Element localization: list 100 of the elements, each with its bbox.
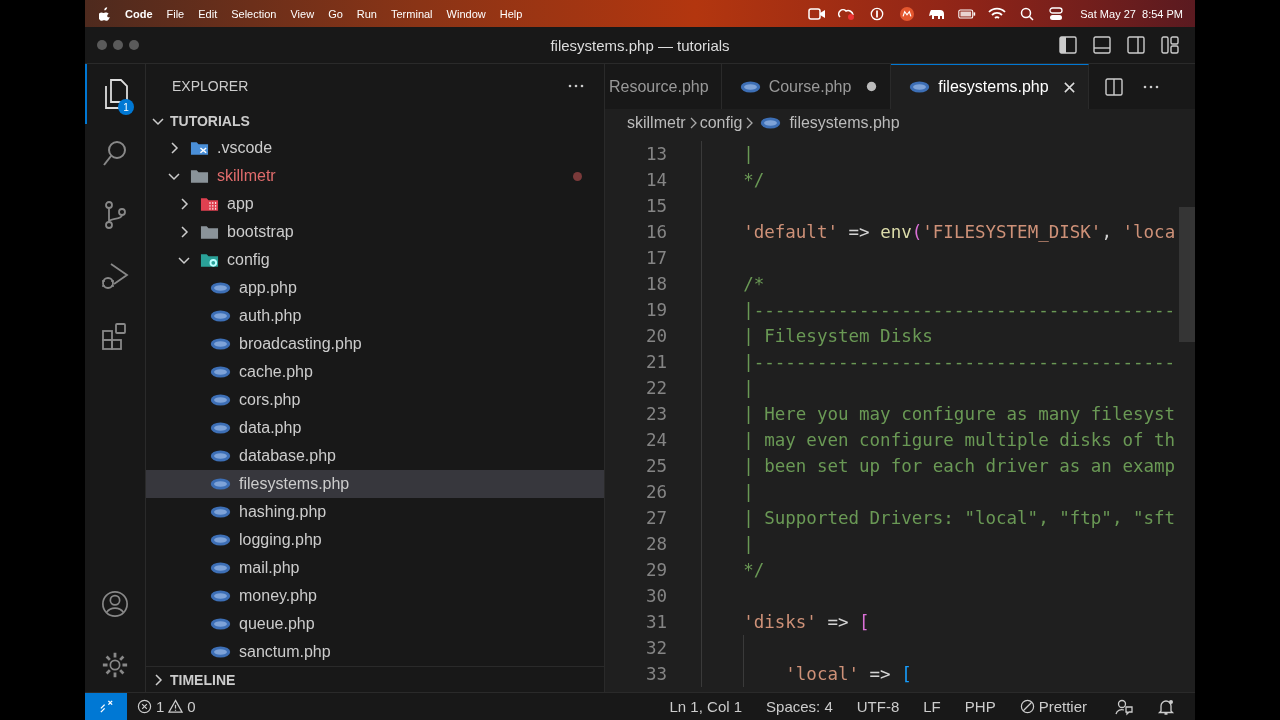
file-name: logging.php [239, 531, 322, 550]
file-type-icon [210, 366, 231, 379]
run-debug-icon[interactable] [101, 261, 129, 291]
code-line: | [743, 534, 754, 554]
wifi-icon[interactable] [988, 6, 1007, 21]
more-actions-icon[interactable] [1142, 84, 1159, 89]
workspace-section-header[interactable]: TUTORIALS [146, 107, 604, 135]
menu-item[interactable]: Help [499, 7, 523, 20]
tree-item[interactable]: broadcasting.php [146, 330, 604, 359]
status-item[interactable]: Spaces: 4 [766, 698, 833, 715]
tree-item[interactable]: .vscode [146, 134, 604, 163]
folder-icon [200, 224, 219, 241]
line-number: 21 [644, 352, 668, 372]
window-minimize-button[interactable] [113, 40, 123, 50]
code-line: |---------------------------------------- [743, 352, 1176, 372]
breadcrumb-item[interactable]: filesystems.php [789, 114, 900, 132]
file-type-icon [210, 646, 231, 659]
app-circle-icon[interactable] [898, 6, 917, 21]
file-name: mail.php [239, 559, 300, 578]
split-editor-icon[interactable] [1104, 77, 1123, 96]
formatter-button[interactable]: Prettier [1019, 698, 1087, 715]
account-icon[interactable] [101, 589, 129, 619]
notifications-icon[interactable] [1157, 697, 1175, 716]
tree-item[interactable]: skillmetr [146, 162, 604, 191]
folder-icon [200, 196, 219, 213]
status-item[interactable]: UTF-8 [856, 698, 900, 715]
menu-item[interactable]: View [290, 7, 315, 20]
tree-item[interactable]: cors.php [146, 386, 604, 415]
file-type-icon [210, 506, 231, 519]
file-type-icon [210, 450, 231, 463]
tree-item[interactable]: mail.php [146, 554, 604, 583]
tree-item[interactable]: money.php [146, 582, 604, 611]
settings-icon[interactable] [101, 650, 129, 680]
line-number: 14 [644, 170, 668, 190]
apple-icon[interactable] [99, 6, 111, 21]
file-name: money.php [239, 587, 317, 606]
explorer-title: EXPLORER [172, 77, 249, 94]
tree-item[interactable]: auth.php [146, 302, 604, 331]
window-close-button[interactable] [97, 40, 107, 50]
unsaved-dot-icon [865, 80, 879, 93]
menu-item[interactable]: Code [125, 7, 153, 20]
menu-item[interactable]: Go [328, 7, 343, 20]
line-number: 29 [644, 560, 668, 580]
tree-item[interactable]: cache.php [146, 358, 604, 387]
tree-item[interactable]: logging.php [146, 526, 604, 555]
toggle-panel-icon[interactable] [1093, 36, 1111, 54]
tree-item[interactable]: sanctum.php [146, 638, 604, 667]
breadcrumb-item[interactable]: skillmetr [627, 114, 686, 132]
status-item[interactable]: PHP [964, 698, 996, 715]
tree-item[interactable]: hashing.php [146, 498, 604, 527]
close-icon[interactable] [1062, 80, 1076, 94]
line-number: 31 [644, 612, 668, 632]
tree-item[interactable]: database.php [146, 442, 604, 471]
window-zoom-button[interactable] [129, 40, 139, 50]
line-number: 30 [644, 586, 668, 606]
customize-layout-icon[interactable] [1161, 36, 1179, 54]
toggle-secondary-sidebar-icon[interactable] [1127, 36, 1145, 54]
chevron-icon [744, 115, 755, 131]
file-type-icon [210, 562, 231, 575]
feedback-icon[interactable] [1115, 697, 1133, 716]
problems-button[interactable]: 1 0 [137, 698, 196, 715]
code-line: */ [743, 560, 765, 580]
menu-item[interactable]: Terminal [391, 7, 433, 20]
code-line: | been set up for each driver as an examp [743, 456, 1176, 476]
code-line: | [743, 144, 754, 164]
menu-item[interactable]: Edit [198, 7, 218, 20]
menu-bar-clock[interactable]: Sat May 27 8:54 PM [1080, 7, 1183, 20]
menu-item[interactable]: Run [356, 7, 377, 20]
toggle-sidebar-icon[interactable] [1059, 36, 1077, 54]
tree-item[interactable]: filesystems.php [146, 470, 604, 499]
status-item[interactable]: Ln 1, Col 1 [669, 698, 743, 715]
battery-icon[interactable] [958, 6, 977, 21]
file-name: auth.php [239, 307, 302, 326]
more-actions-icon[interactable] [568, 83, 584, 88]
file-type-icon [739, 80, 761, 93]
breadcrumb-item[interactable]: config [699, 114, 743, 132]
file-name: cache.php [239, 363, 313, 382]
status-item[interactable]: LF [923, 698, 941, 715]
file-name: app.php [239, 279, 297, 298]
file-name: hashing.php [239, 503, 327, 522]
line-number: 17 [644, 248, 668, 268]
extensions-icon[interactable] [101, 322, 129, 352]
tree-item[interactable]: data.php [146, 414, 604, 443]
code-line: 'local' => [ [785, 664, 912, 684]
tree-item[interactable]: config [146, 246, 604, 275]
menu-item[interactable]: Selection [231, 7, 277, 20]
tree-item[interactable]: bootstrap [146, 218, 604, 247]
menu-item[interactable]: Window [446, 7, 486, 20]
tree-item[interactable]: app [146, 190, 604, 219]
menu-item[interactable]: File [166, 7, 185, 20]
line-number: 13 [644, 144, 668, 164]
file-type-icon [210, 422, 231, 435]
tree-item[interactable]: app.php [146, 274, 604, 303]
code-line: | may even configure multiple disks of th [743, 430, 1176, 450]
editor-tab[interactable]: filesystems.php [891, 64, 1089, 109]
scrollbar-thumb[interactable] [1179, 207, 1195, 342]
line-number: 33 [644, 664, 668, 684]
line-number: 20 [644, 326, 668, 346]
camera-icon[interactable] [808, 6, 827, 21]
tree-item[interactable]: queue.php [146, 610, 604, 639]
